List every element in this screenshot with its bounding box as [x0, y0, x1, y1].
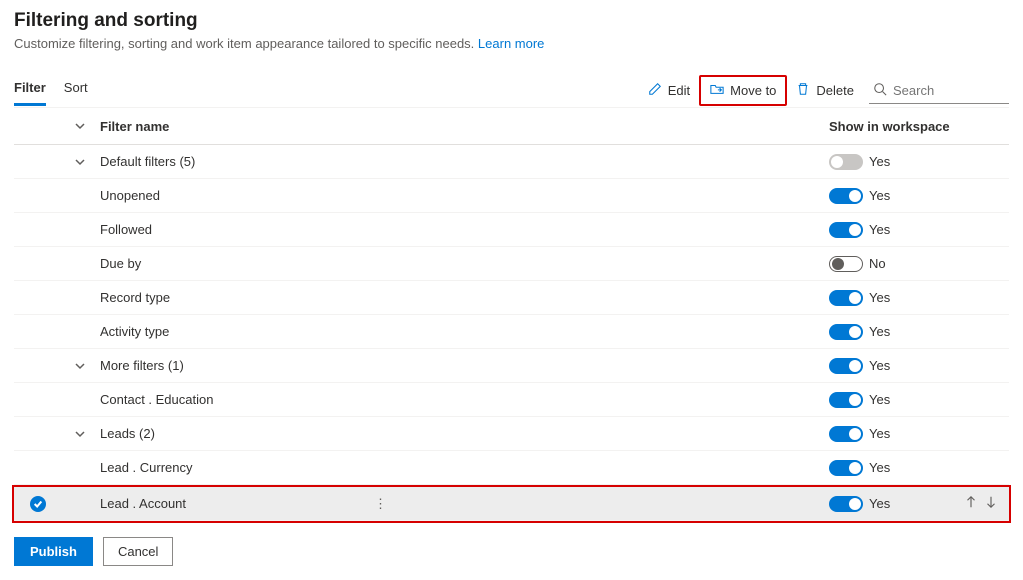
move-to-highlight: Move to	[699, 75, 787, 106]
edit-button[interactable]: Edit	[639, 77, 699, 104]
publish-button[interactable]: Publish	[14, 537, 93, 566]
move-to-button[interactable]: Move to	[701, 77, 785, 104]
show-in-workspace-toggle[interactable]	[829, 392, 863, 408]
toggle-label: Yes	[869, 222, 890, 237]
toggle-label: Yes	[869, 460, 890, 475]
more-options-button[interactable]: ⋮	[366, 496, 395, 511]
edit-label: Edit	[668, 83, 690, 98]
col-show-in-workspace[interactable]: Show in workspace	[829, 119, 959, 134]
row-name: Record type	[94, 290, 829, 305]
show-in-workspace-toggle[interactable]	[829, 460, 863, 476]
command-bar: Edit Move to Delete	[639, 75, 1009, 106]
toggle-label: Yes	[869, 290, 890, 305]
filter-row[interactable]: Lead . Account⋮ Yes	[14, 487, 1009, 521]
show-in-workspace-toggle[interactable]	[829, 324, 863, 340]
select-checkmark[interactable]	[30, 496, 46, 512]
expand-toggle[interactable]	[66, 156, 94, 168]
toggle-label: Yes	[869, 496, 890, 511]
move-down-button[interactable]	[984, 495, 998, 512]
row-name: Activity type	[94, 324, 829, 339]
filter-row[interactable]: Followed Yes	[14, 213, 1009, 247]
filter-row[interactable]: Due by No	[14, 247, 1009, 281]
tab-filter[interactable]: Filter	[14, 80, 46, 106]
page-title: Filtering and sorting	[14, 10, 1009, 32]
row-name: Due by	[94, 256, 829, 271]
toggle-label: Yes	[869, 392, 890, 407]
table-header: Filter name Show in workspace	[14, 107, 1009, 145]
expand-toggle[interactable]	[66, 428, 94, 440]
toggle-label: No	[869, 256, 886, 271]
folder-move-icon	[710, 82, 724, 99]
filter-row[interactable]: Activity type Yes	[14, 315, 1009, 349]
page-description: Customize filtering, sorting and work it…	[14, 36, 1009, 51]
filter-group-row[interactable]: More filters (1) Yes	[14, 349, 1009, 383]
tab-sort[interactable]: Sort	[64, 80, 88, 106]
show-in-workspace-toggle[interactable]	[829, 496, 863, 512]
toggle-label: Yes	[869, 358, 890, 373]
filter-group-row[interactable]: Leads (2) Yes	[14, 417, 1009, 451]
search-icon	[873, 82, 893, 99]
row-name: Leads (2)	[94, 426, 829, 441]
filter-row[interactable]: Unopened Yes	[14, 179, 1009, 213]
trash-icon	[796, 82, 810, 99]
row-name: Unopened	[94, 188, 829, 203]
show-in-workspace-toggle	[829, 154, 863, 170]
show-in-workspace-toggle[interactable]	[829, 426, 863, 442]
col-filter-name[interactable]: Filter name	[94, 119, 829, 134]
cancel-button[interactable]: Cancel	[103, 537, 173, 566]
row-highlight: Lead . Account⋮ Yes	[12, 485, 1011, 523]
toggle-label: Yes	[869, 188, 890, 203]
toggle-label: Yes	[869, 154, 890, 169]
filter-row[interactable]: Record type Yes	[14, 281, 1009, 315]
filter-row[interactable]: Lead . Currency Yes	[14, 451, 1009, 485]
desc-text: Customize filtering, sorting and work it…	[14, 36, 474, 51]
row-name: Followed	[94, 222, 829, 237]
toggle-label: Yes	[869, 426, 890, 441]
row-name: Default filters (5)	[94, 154, 829, 169]
show-in-workspace-toggle[interactable]	[829, 188, 863, 204]
expand-toggle[interactable]	[66, 360, 94, 372]
pencil-icon	[648, 82, 662, 99]
row-name: More filters (1)	[94, 358, 829, 373]
filter-row[interactable]: Contact . Education Yes	[14, 383, 1009, 417]
toggle-label: Yes	[869, 324, 890, 339]
row-name: Lead . Currency	[94, 460, 829, 475]
show-in-workspace-toggle[interactable]	[829, 290, 863, 306]
show-in-workspace-toggle[interactable]	[829, 222, 863, 238]
tabs: Filter Sort	[14, 80, 88, 106]
show-in-workspace-toggle[interactable]	[829, 358, 863, 374]
collapse-all-toggle[interactable]	[66, 120, 94, 132]
row-name: Contact . Education	[94, 392, 829, 407]
delete-button[interactable]: Delete	[787, 77, 863, 104]
learn-more-link[interactable]: Learn more	[478, 36, 544, 51]
show-in-workspace-toggle[interactable]	[829, 256, 863, 272]
search-input[interactable]	[893, 83, 1005, 98]
row-name: Lead . Account⋮	[94, 496, 829, 512]
move-to-label: Move to	[730, 83, 776, 98]
filter-group-row[interactable]: Default filters (5) Yes	[14, 145, 1009, 179]
move-up-button[interactable]	[964, 495, 978, 512]
delete-label: Delete	[816, 83, 854, 98]
search-field[interactable]	[869, 78, 1009, 104]
